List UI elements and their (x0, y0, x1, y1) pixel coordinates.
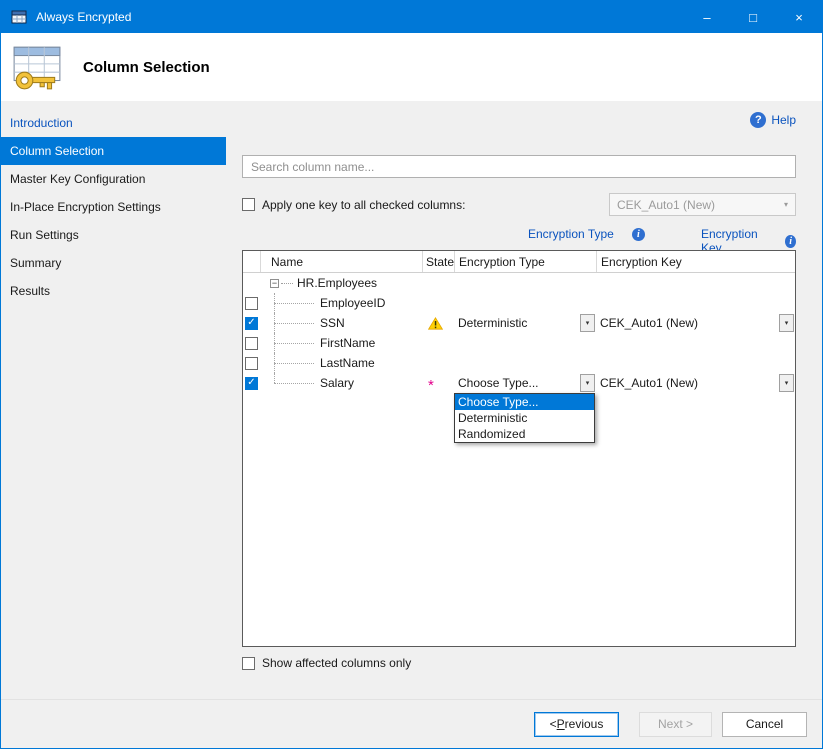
encryption-key-value: CEK_Auto1 (New) (600, 376, 698, 390)
warning-icon (428, 317, 443, 330)
sidebar-item-introduction[interactable]: Introduction (1, 109, 226, 137)
table-row[interactable]: ✓ SSN Deterministic ▾ (243, 313, 795, 333)
encryption-type-value: Choose Type... (458, 376, 539, 390)
page-header: Column Selection (1, 33, 822, 101)
table-row[interactable]: FirstName (243, 333, 795, 353)
window-title: Always Encrypted (36, 10, 131, 24)
column-name-label: EmployeeID (320, 296, 385, 310)
required-icon: * (428, 381, 434, 391)
search-input[interactable] (242, 155, 796, 178)
previous-label-key: P (557, 717, 565, 731)
chevron-down-icon: ▾ (784, 200, 788, 209)
sidebar-item-master-key-configuration[interactable]: Master Key Configuration (1, 165, 226, 193)
encryption-key-dropdown-button[interactable]: ▾ (779, 314, 794, 332)
maximize-button[interactable]: □ (730, 1, 776, 33)
tree-line (274, 323, 314, 324)
row-checkbox[interactable] (245, 357, 258, 370)
encryption-key-dropdown-button[interactable]: ▾ (779, 374, 794, 392)
table-row[interactable]: ✓ Salary * Choose Type... ▾ CEK_Auto1 (N… (243, 373, 795, 393)
dropdown-option-deterministic[interactable]: Deterministic (455, 410, 594, 426)
column-name-label: Salary (320, 376, 354, 390)
encryption-type-link[interactable]: Encryption Type (528, 227, 614, 241)
header-state: State (422, 251, 454, 272)
minimize-button[interactable]: – (684, 1, 730, 33)
next-button[interactable]: Next > (639, 712, 712, 737)
tree-line (274, 303, 314, 304)
dropdown-option-randomized[interactable]: Randomized (455, 426, 594, 442)
apply-one-key-label: Apply one key to all checked columns: (262, 198, 465, 212)
sidebar-item-results[interactable]: Results (1, 277, 226, 305)
apply-key-value: CEK_Auto1 (New) (617, 198, 715, 212)
sidebar-item-summary[interactable]: Summary (1, 249, 226, 277)
grid-header-row: Name State Encryption Type Encryption Ke… (243, 251, 795, 273)
header-checkbox-column (243, 251, 260, 272)
previous-label-pre: < (550, 717, 557, 731)
column-name-label: SSN (320, 316, 345, 330)
previous-label-post: revious (565, 717, 604, 731)
close-button[interactable]: × (776, 1, 822, 33)
encryption-type-dropdown-button[interactable]: ▾ (580, 374, 595, 392)
group-row-label: HR.Employees (297, 276, 377, 290)
encryption-type-value: Deterministic (458, 316, 527, 330)
footer-bar: < Previous Next > Cancel (1, 699, 822, 748)
row-checkbox[interactable] (245, 337, 258, 350)
encryption-type-dropdown-list: Choose Type... Deterministic Randomized (454, 393, 595, 443)
row-checkbox[interactable] (245, 297, 258, 310)
column-selection-panel: ? Help Apply one key to all checked colu… (226, 101, 822, 699)
sidebar-item-run-settings[interactable]: Run Settings (1, 221, 226, 249)
tree-line (274, 373, 275, 383)
columns-grid: Name State Encryption Type Encryption Ke… (242, 250, 796, 647)
encryption-key-info-icon[interactable]: i (785, 235, 796, 248)
apply-key-combobox[interactable]: CEK_Auto1 (New) ▾ (609, 193, 796, 216)
wizard-steps-sidebar: Introduction Column Selection Master Key… (1, 101, 226, 699)
table-row[interactable]: EmployeeID (243, 293, 795, 313)
help-icon[interactable]: ? (750, 112, 766, 128)
table-row-group[interactable]: − HR.Employees (243, 273, 795, 293)
previous-button[interactable]: < Previous (534, 712, 619, 737)
row-checkbox[interactable]: ✓ (245, 377, 258, 390)
page-title: Column Selection (83, 59, 210, 76)
tree-line (274, 343, 314, 344)
app-icon (11, 9, 27, 25)
apply-one-key-checkbox[interactable] (242, 198, 255, 211)
titlebar: Always Encrypted – □ × (1, 1, 822, 33)
show-affected-checkbox[interactable] (242, 657, 255, 670)
sidebar-item-in-place-encryption-settings[interactable]: In-Place Encryption Settings (1, 193, 226, 221)
header-encryption-type: Encryption Type (454, 251, 596, 272)
sidebar-item-column-selection[interactable]: Column Selection (1, 137, 226, 165)
always-encrypted-wizard-window: Always Encrypted – □ × Column Selection … (0, 0, 823, 749)
row-checkbox[interactable]: ✓ (245, 317, 258, 330)
show-affected-label: Show affected columns only (262, 656, 411, 670)
tree-line (281, 283, 293, 284)
help-link[interactable]: Help (771, 113, 796, 127)
encryption-type-info-icon[interactable]: i (632, 228, 645, 241)
cancel-button[interactable]: Cancel (722, 712, 807, 737)
header-encryption-key: Encryption Key (596, 251, 795, 272)
table-row[interactable]: LastName (243, 353, 795, 373)
encryption-key-value: CEK_Auto1 (New) (600, 316, 698, 330)
column-name-label: FirstName (320, 336, 375, 350)
table-key-icon (11, 41, 63, 93)
dropdown-option-choose-type[interactable]: Choose Type... (455, 394, 594, 410)
column-name-label: LastName (320, 356, 375, 370)
header-name: Name (260, 251, 422, 272)
tree-line (274, 383, 314, 384)
tree-line (274, 363, 314, 364)
encryption-type-dropdown-button[interactable]: ▾ (580, 314, 595, 332)
collapse-expander-icon[interactable]: − (270, 279, 279, 288)
